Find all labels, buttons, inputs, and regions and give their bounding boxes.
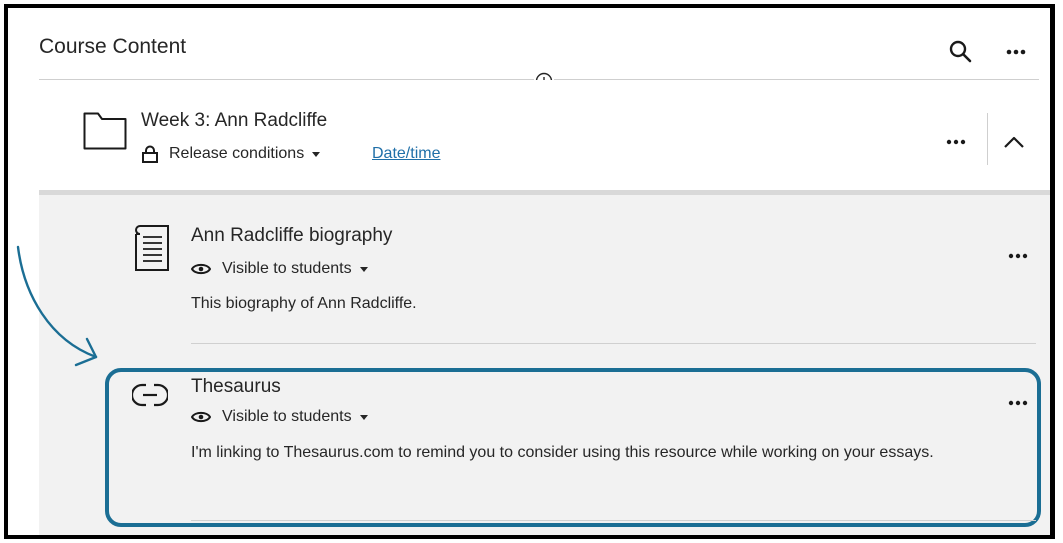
folder-more-options-icon[interactable] <box>944 132 968 152</box>
folder-title[interactable]: Week 3: Ann Radcliffe <box>141 110 327 132</box>
page-title: Course Content <box>39 35 187 58</box>
folder-action-divider <box>987 113 988 165</box>
item-more-options-icon[interactable] <box>1006 246 1030 266</box>
search-icon[interactable] <box>947 38 975 66</box>
document-icon <box>135 225 169 271</box>
chevron-up-icon[interactable] <box>1001 130 1027 154</box>
eye-icon <box>191 263 211 275</box>
item-description: This biography of Ann Radcliffe. <box>191 295 417 312</box>
item-title[interactable]: Ann Radcliffe biography <box>191 225 392 247</box>
visibility-dropdown[interactable]: Visible to students <box>191 258 368 280</box>
caret-down-icon <box>312 151 321 157</box>
folder-icon <box>83 112 127 150</box>
visibility-label: Visible to students <box>222 408 352 425</box>
item-more-options-icon[interactable] <box>1006 393 1030 413</box>
release-conditions-label: Release conditions <box>169 145 305 162</box>
lock-icon <box>142 145 158 163</box>
visibility-label: Visible to students <box>222 260 352 277</box>
item-title[interactable]: Thesaurus <box>191 376 281 398</box>
more-options-icon[interactable] <box>1004 42 1028 62</box>
caret-down-icon <box>359 266 368 272</box>
visibility-dropdown[interactable]: Visible to students <box>191 406 368 428</box>
arrow-annotation-icon <box>16 245 98 367</box>
course-content-panel: Course Content Week 3: Ann Radcliffe Rel… <box>4 4 1055 539</box>
date-time-link[interactable]: Date/time <box>372 145 440 163</box>
item-divider <box>191 343 1036 344</box>
caret-down-icon <box>359 414 368 420</box>
item-description: I'm linking to Thesaurus.com to remind y… <box>191 444 934 461</box>
release-conditions-dropdown[interactable]: Release conditions <box>141 142 321 166</box>
folder-row: Week 3: Ann Radcliffe Release conditions… <box>8 80 1050 190</box>
item-divider <box>191 520 1036 521</box>
eye-icon <box>191 411 211 423</box>
link-icon <box>132 383 168 407</box>
